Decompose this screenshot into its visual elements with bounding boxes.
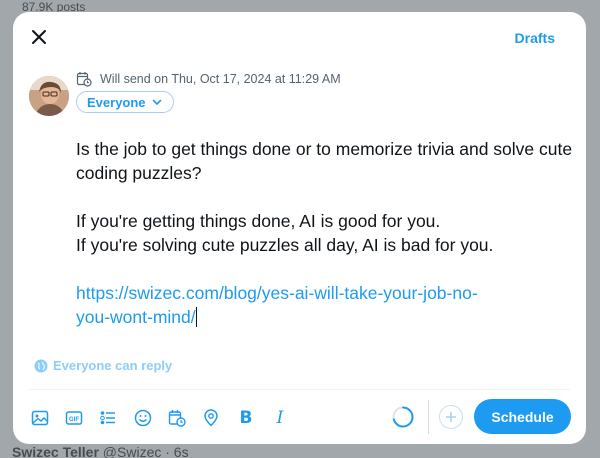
post-text-editor[interactable]: Is the job to get things done or to memo… xyxy=(76,137,576,329)
globe-icon xyxy=(34,359,48,372)
scheduled-info[interactable]: Will send on Thu, Oct 17, 2024 at 11:29 … xyxy=(76,69,341,89)
text-cursor xyxy=(195,307,197,327)
gif-icon: GIF xyxy=(65,411,83,425)
location-button[interactable] xyxy=(199,406,223,430)
character-count-ring xyxy=(391,405,415,429)
schedule-post-button[interactable] xyxy=(165,406,189,430)
toolbar-separator xyxy=(428,400,429,434)
avatar-photo xyxy=(29,76,69,116)
post-paragraph: If you're getting things done, AI is goo… xyxy=(76,211,441,231)
gif-button[interactable]: GIF xyxy=(62,406,86,430)
location-icon xyxy=(204,409,218,427)
drafts-button[interactable]: Drafts xyxy=(515,30,555,46)
post-link[interactable]: https://swizec.com/blog/yes-ai-will-take… xyxy=(76,281,576,305)
post-paragraph: If you're solving cute puzzles all day, … xyxy=(76,235,494,255)
svg-text:GIF: GIF xyxy=(69,417,79,423)
avatar[interactable] xyxy=(29,76,69,116)
reply-settings[interactable]: Everyone can reply xyxy=(34,358,172,373)
post-paragraph: Is the job to get things done or to memo… xyxy=(76,139,573,183)
media-button[interactable] xyxy=(28,406,52,430)
italic-button[interactable]: I xyxy=(268,406,292,430)
post-link-continued[interactable]: you-wont-mind/ xyxy=(76,305,576,329)
schedule-text: Will send on Thu, Oct 17, 2024 at 11:29 … xyxy=(100,72,341,86)
italic-icon: I xyxy=(276,408,284,428)
progress-ring-icon xyxy=(392,406,414,428)
compose-modal: Drafts Will send on Thu, Oct 17, 2024 at… xyxy=(13,12,586,444)
schedule-button[interactable]: Schedule xyxy=(474,399,571,434)
emoji-button[interactable] xyxy=(131,406,155,430)
reply-settings-label: Everyone can reply xyxy=(53,358,173,373)
close-button[interactable] xyxy=(27,25,51,49)
close-icon xyxy=(32,30,46,44)
poll-button[interactable] xyxy=(96,406,120,430)
calendar-clock-icon xyxy=(76,72,92,87)
poll-icon xyxy=(100,411,115,425)
plus-icon xyxy=(446,412,456,422)
bold-icon: B xyxy=(239,408,253,428)
emoji-icon xyxy=(134,409,152,427)
audience-selector[interactable]: Everyone xyxy=(76,91,174,113)
toolbar-divider xyxy=(29,389,570,390)
add-post-button[interactable] xyxy=(439,405,463,429)
image-icon xyxy=(31,410,49,426)
audience-label: Everyone xyxy=(87,94,146,110)
bold-button[interactable]: B xyxy=(234,406,258,430)
chevron-down-icon xyxy=(152,99,161,106)
schedule-icon xyxy=(168,410,186,427)
